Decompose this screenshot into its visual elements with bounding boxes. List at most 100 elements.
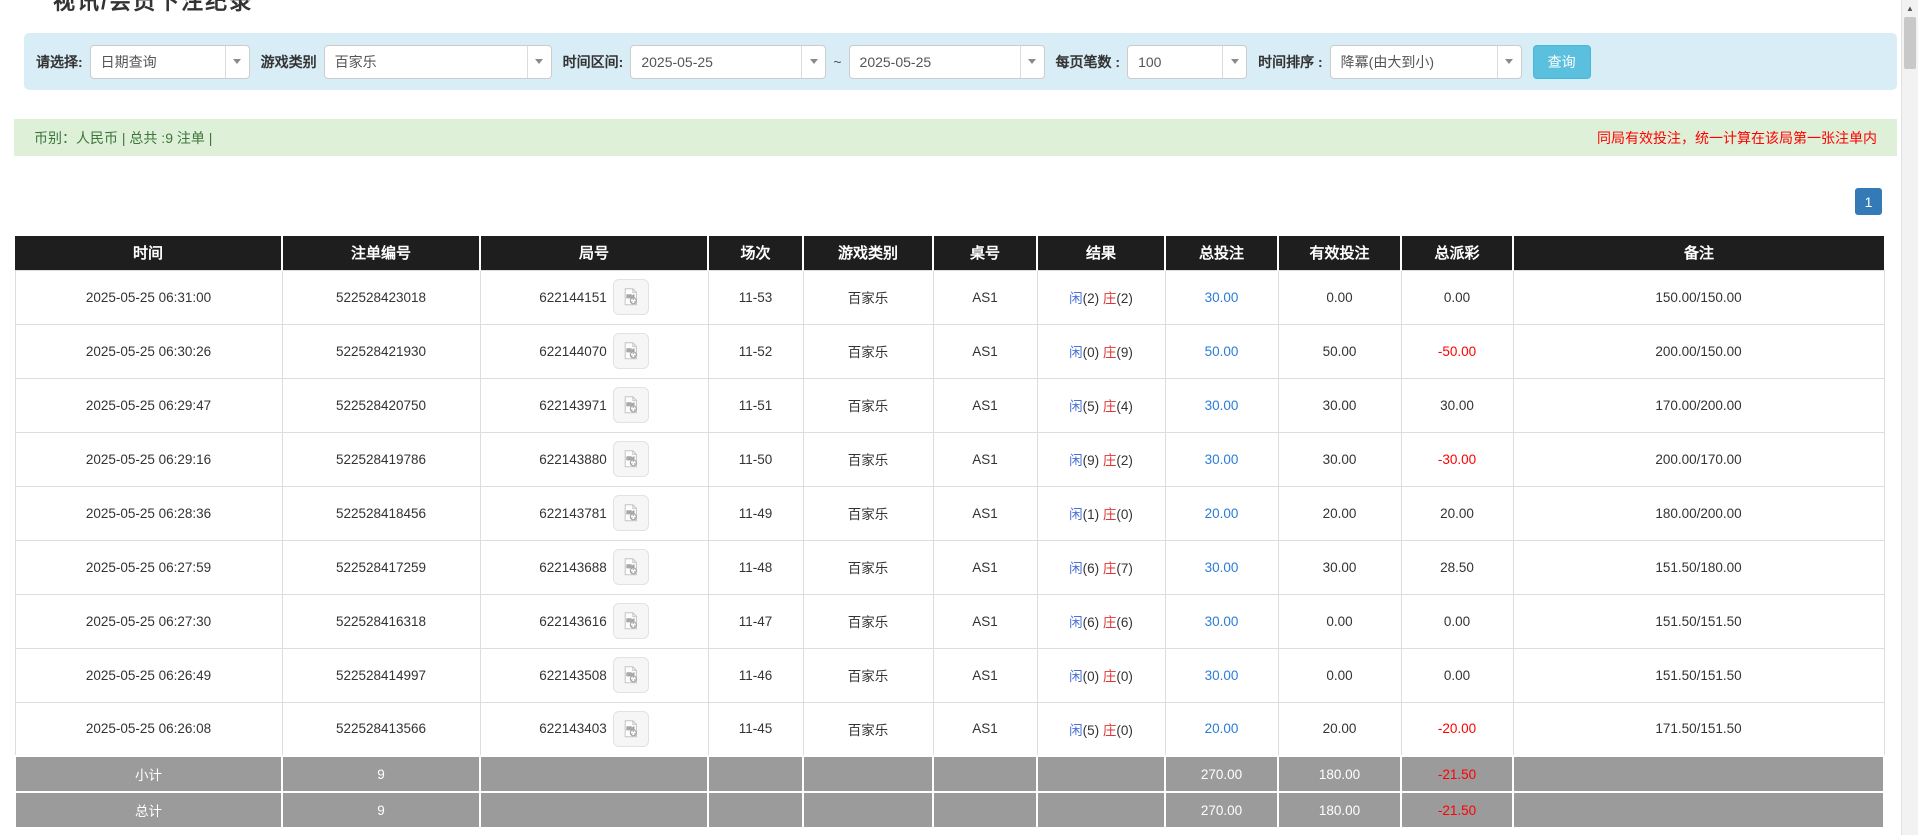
summary-cell-round-no	[480, 792, 708, 828]
scrollbar[interactable]: ▲	[1901, 0, 1918, 835]
cell-bet-no: 522528420750	[282, 378, 480, 432]
video-record-icon[interactable]	[613, 441, 649, 477]
time-range-label: 时间区间:	[563, 52, 624, 72]
cell-valid-bet: 30.00	[1278, 378, 1401, 432]
total-bet-link[interactable]: 30.00	[1205, 614, 1239, 629]
result-banker: 庄	[1103, 561, 1117, 576]
cell-table-no: AS1	[933, 270, 1037, 324]
result-player-count: (6)	[1083, 615, 1100, 630]
scroll-up-arrow-icon[interactable]: ▲	[1902, 0, 1918, 17]
video-record-icon[interactable]	[613, 657, 649, 693]
round-no-text: 622143971	[539, 398, 607, 413]
cell-payout: 0.00	[1401, 270, 1513, 324]
table-row: 2025-05-25 06:30:26522528421930622144070…	[15, 324, 1884, 378]
result-banker: 庄	[1103, 291, 1117, 306]
total-bet-link[interactable]: 50.00	[1205, 344, 1239, 359]
chevron-down-icon	[1020, 46, 1044, 78]
cell-total-bet: 30.00	[1165, 270, 1278, 324]
cell-bet-no: 522528416318	[282, 594, 480, 648]
cell-valid-bet: 20.00	[1278, 486, 1401, 540]
summary-cell-round-no	[480, 756, 708, 792]
summary-cell-valid-bet: 180.00	[1278, 792, 1401, 828]
cell-time: 2025-05-25 06:26:49	[15, 648, 282, 702]
cell-game-type: 百家乐	[803, 432, 933, 486]
cell-result: 闲(0) 庄(0)	[1037, 648, 1165, 702]
video-record-icon[interactable]	[613, 495, 649, 531]
cell-result: 闲(6) 庄(6)	[1037, 594, 1165, 648]
result-player: 闲	[1069, 507, 1083, 522]
round-no-text: 622143781	[539, 506, 607, 521]
cell-game-type: 百家乐	[803, 702, 933, 756]
cell-table-no: AS1	[933, 648, 1037, 702]
date-to-select[interactable]: 2025-05-25	[849, 45, 1045, 79]
cell-result: 闲(1) 庄(0)	[1037, 486, 1165, 540]
total-bet-link[interactable]: 30.00	[1205, 560, 1239, 575]
round-no-text: 622143616	[539, 614, 607, 629]
total-row: 总计9270.00180.00-21.50	[15, 792, 1884, 828]
total-bet-link[interactable]: 30.00	[1205, 398, 1239, 413]
currency-total-text: 币别：人民币 | 总共 :9 注单 |	[34, 128, 212, 148]
total-bet-link[interactable]: 30.00	[1205, 290, 1239, 305]
cell-result: 闲(0) 庄(9)	[1037, 324, 1165, 378]
result-player: 闲	[1069, 345, 1083, 360]
cell-game-type: 百家乐	[803, 270, 933, 324]
query-type-select[interactable]: 日期查询	[90, 45, 250, 79]
sort-select[interactable]: 降冪(由大到小)	[1330, 45, 1522, 79]
info-bar: 币别：人民币 | 总共 :9 注单 | 同局有效投注，统一计算在该局第一张注单内	[14, 119, 1897, 156]
result-banker-count: (0)	[1116, 507, 1133, 522]
sort-group: 时间排序 : 降冪(由大到小)	[1258, 45, 1522, 79]
result-banker: 庄	[1103, 669, 1117, 684]
result-player-count: (0)	[1083, 669, 1100, 684]
subtotal-row: 小计9270.00180.00-21.50	[15, 756, 1884, 792]
payout-value: -50.00	[1438, 344, 1476, 359]
filter-bar: 请选择: 日期查询 游戏类别 百家乐 时间区间: 2025-05-25 ~ 20…	[24, 33, 1897, 90]
summary-payout-value: -21.50	[1438, 803, 1476, 818]
scrollbar-thumb[interactable]	[1904, 17, 1916, 69]
cell-result: 闲(5) 庄(4)	[1037, 378, 1165, 432]
cell-total-bet: 30.00	[1165, 378, 1278, 432]
total-bet-link[interactable]: 20.00	[1205, 506, 1239, 521]
result-banker-count: (0)	[1116, 669, 1133, 684]
header-round-no: 局号	[480, 236, 708, 270]
per-page-select[interactable]: 100	[1127, 45, 1247, 79]
total-bet-link[interactable]: 30.00	[1205, 668, 1239, 683]
cell-bet-no: 522528417259	[282, 540, 480, 594]
query-button[interactable]: 查询	[1533, 45, 1591, 79]
header-bet-no: 注单编号	[282, 236, 480, 270]
game-type-select[interactable]: 百家乐	[324, 45, 552, 79]
video-record-icon[interactable]	[613, 711, 649, 747]
header-time: 时间	[15, 236, 282, 270]
game-type-group: 游戏类别 百家乐	[261, 45, 552, 79]
video-record-icon[interactable]	[613, 279, 649, 315]
video-record-icon[interactable]	[613, 549, 649, 585]
table-row: 2025-05-25 06:27:59522528417259622143688…	[15, 540, 1884, 594]
cell-game-type: 百家乐	[803, 486, 933, 540]
total-bet-link[interactable]: 20.00	[1205, 721, 1239, 736]
table-row: 2025-05-25 06:27:30522528416318622143616…	[15, 594, 1884, 648]
round-no-text: 622143880	[539, 452, 607, 467]
cell-remark: 151.50/151.50	[1513, 594, 1884, 648]
records-table: 时间注单编号局号场次游戏类别桌号结果总投注有效投注总派彩备注 2025-05-2…	[14, 236, 1885, 829]
cell-round-no: 622143508	[480, 648, 708, 702]
page-1-button[interactable]: 1	[1855, 188, 1882, 215]
video-record-icon[interactable]	[613, 603, 649, 639]
result-banker: 庄	[1103, 507, 1117, 522]
video-record-icon[interactable]	[613, 387, 649, 423]
cell-payout: 28.50	[1401, 540, 1513, 594]
summary-cell-result	[1037, 792, 1165, 828]
total-bet-link[interactable]: 30.00	[1205, 452, 1239, 467]
table-header-row: 时间注单编号局号场次游戏类别桌号结果总投注有效投注总派彩备注	[15, 236, 1884, 270]
cell-session: 11-52	[708, 324, 803, 378]
date-from-select[interactable]: 2025-05-25	[630, 45, 826, 79]
cell-payout: 30.00	[1401, 378, 1513, 432]
page-title-clip: 视讯/会员下注纪录	[53, 0, 1918, 15]
video-record-icon[interactable]	[613, 333, 649, 369]
cell-remark: 170.00/200.00	[1513, 378, 1884, 432]
chevron-down-icon	[801, 46, 825, 78]
table-row: 2025-05-25 06:29:47522528420750622143971…	[15, 378, 1884, 432]
result-player: 闲	[1069, 615, 1083, 630]
cell-remark: 151.50/180.00	[1513, 540, 1884, 594]
summary-cell-time: 小计	[15, 756, 282, 792]
cell-bet-no: 522528418456	[282, 486, 480, 540]
cell-time: 2025-05-25 06:31:00	[15, 270, 282, 324]
